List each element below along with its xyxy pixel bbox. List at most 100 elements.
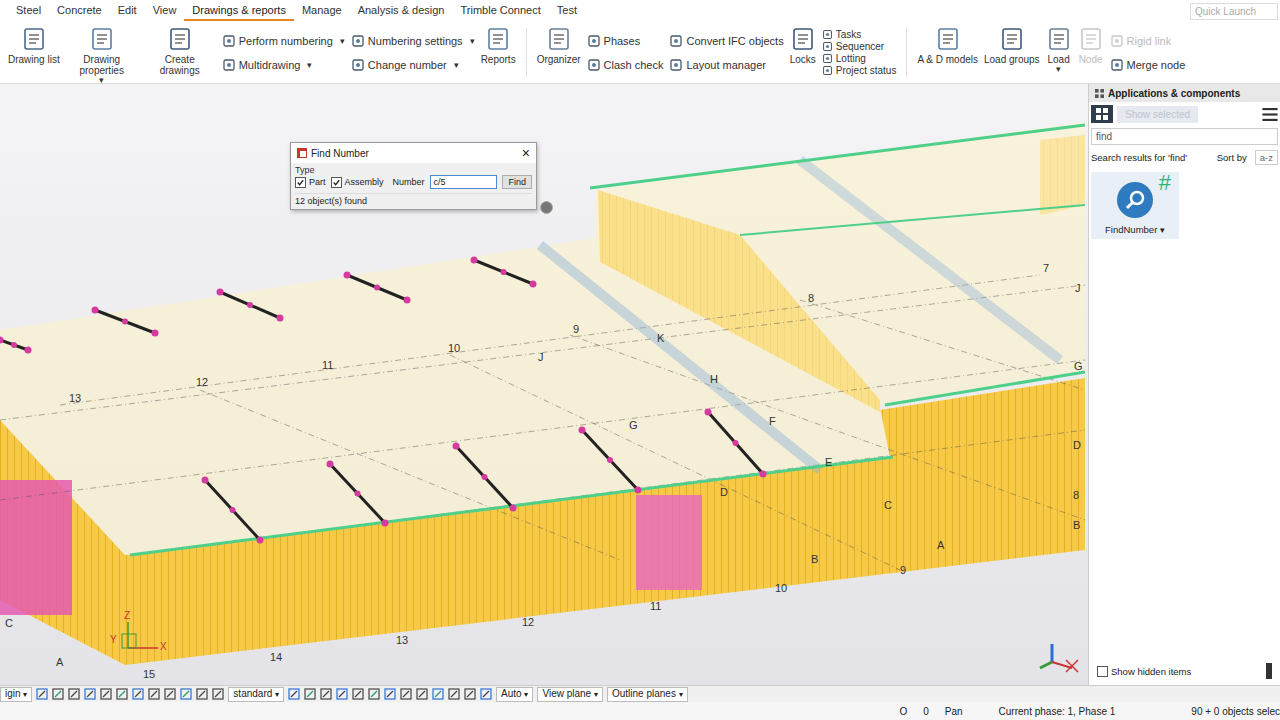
show-hidden-checkbox[interactable]: Show hidden items [1097,666,1191,677]
menu-tab[interactable]: View [145,1,185,21]
ribbon-button[interactable]: A & D models [917,22,978,83]
ribbon-button[interactable]: Load groups [984,22,1040,83]
ribbon-button[interactable]: Organizer [537,22,581,83]
toolbar-tool-icon[interactable] [68,688,80,700]
toolbar-tool-icon[interactable] [36,688,48,700]
toolbar-tool-icon[interactable] [100,688,112,700]
dropdown-arrow[interactable]: ▾ [454,60,459,70]
menu-tab[interactable]: Concrete [49,1,110,21]
sort-select[interactable]: a-z [1255,150,1278,165]
toolbar-tool-icon[interactable] [116,688,128,700]
toolbar-tool-icon[interactable] [164,688,176,700]
checkbox-box[interactable] [331,177,342,188]
dropdown-arrow: ▾ [275,690,279,699]
toolbar-tool-icon[interactable] [448,688,460,700]
ribbon-small-button[interactable]: Change number ▾ [351,58,475,72]
toolbar-tool-icon[interactable] [196,688,208,700]
ribbon-button[interactable]: Node [1078,22,1104,83]
ribbon-small-button[interactable]: Project status [822,65,897,76]
toolbar-tool-icon[interactable] [212,688,224,700]
toolbar-tool-icon[interactable] [132,688,144,700]
component-tile[interactable]: # FindNumber ▾ [1091,172,1179,239]
close-button[interactable]: × [522,145,530,161]
ribbon-label: Layout manager [686,59,766,71]
ribbon-small-button[interactable]: Clash check [587,58,664,72]
toolbar-tool-icon[interactable] [480,688,492,700]
toolbar-tool-icon[interactable] [416,688,428,700]
toolbar-tool-icon[interactable] [384,688,396,700]
dialog-row: Part Assembly Number c/5 Find [295,175,532,189]
ribbon-button[interactable]: Reports [481,22,516,83]
menu-tab[interactable]: Steel [8,1,49,21]
ribbon-small-button[interactable]: Merge node [1110,58,1186,72]
pin-icon[interactable] [540,201,553,214]
checkbox-box[interactable] [1097,666,1108,677]
search-field[interactable]: find [1091,128,1278,145]
dropdown-arrow[interactable]: ▾ [307,60,312,70]
ribbon-small-button[interactable]: Sequencer [822,41,897,52]
list-view-button[interactable] [1262,108,1278,121]
toolbar-tool-icon[interactable] [180,688,192,700]
model-viewport[interactable]: 78910111213JKHGFEDCBAJGD8B9101112131415C… [0,84,1088,685]
toolbar-dropdown[interactable]: Outline planes ▾ [607,687,688,702]
ribbon-small-button[interactable]: Phases [587,34,664,48]
ribbon-small-button[interactable]: Rigid link [1110,34,1186,48]
toolbar-tool-icon[interactable] [336,688,348,700]
toolbar-dropdown[interactable]: View plane ▾ [537,687,603,702]
grid-view-button[interactable] [1091,105,1113,123]
menu-tab[interactable]: Test [549,1,585,21]
axis-label: Y [110,634,117,645]
quick-launch-field[interactable]: Quick Launch [1190,3,1278,20]
grid-icon [1096,108,1108,120]
toolbar-tool-icon[interactable] [400,688,412,700]
ribbon-small-button[interactable]: Layout manager [669,58,783,72]
status-item: 90 + 0 objects selec [1191,706,1280,717]
result-text: 12 object(s) found [295,193,532,206]
building-model[interactable]: 78910111213JKHGFEDCBAJGD8B9101112131415C… [0,84,1088,685]
dropdown-arrow[interactable]: ▾ [1056,65,1061,74]
ribbon-small-button[interactable]: Numbering settings ▾ [351,34,475,48]
ribbon-button[interactable]: Drawing list [8,22,60,83]
toolbar-tool-icon[interactable] [368,688,380,700]
dropdown-arrow[interactable]: ▾ [99,76,104,85]
ribbon-button[interactable]: Locks [790,22,816,83]
menu-tab[interactable]: Trimble Connect [452,1,548,21]
toolbar-dropdown[interactable]: standard ▾ [228,687,284,702]
show-selected-button[interactable]: Show selected [1117,106,1198,123]
menu-tab[interactable]: Analysis & design [350,1,453,21]
ribbon-small-button[interactable]: Tasks [822,29,897,40]
toolbar-tool-icon[interactable] [320,688,332,700]
checkbox-box[interactable] [295,177,306,188]
ribbon-button[interactable]: Drawing properties ▾ [66,22,138,83]
ribbon-small-button[interactable]: Convert IFC objects [669,34,783,48]
checkbox[interactable]: Part [295,177,326,188]
menu-tab[interactable]: Drawings & reports [184,1,294,21]
menu-tab[interactable]: Manage [294,1,350,21]
find-button[interactable]: Find [502,175,532,189]
ribbon-small-button[interactable]: Multidrawing ▾ [222,58,345,72]
dropdown-arrow[interactable]: ▾ [340,36,345,46]
dropdown-arrow[interactable]: ▾ [470,36,475,46]
toolbar-tool-icon[interactable] [148,688,160,700]
grid-label: G [1074,360,1083,372]
toolbar-tool-icon[interactable] [288,688,300,700]
ribbon-small-button[interactable]: Lotting [822,53,897,64]
view-cube-icon[interactable] [1040,644,1078,672]
toolbar-dropdown[interactable]: Auto ▾ [496,687,533,702]
dropdown-arrow[interactable]: ▾ [1160,225,1165,235]
number-field[interactable]: c/5 [430,175,498,189]
toolbar-tool-icon[interactable] [52,688,64,700]
toolbar-tool-icon[interactable] [352,688,364,700]
toolbar-tool-icon[interactable] [464,688,476,700]
ribbon-button[interactable]: Load ▾ [1046,22,1072,83]
ribbon-button[interactable]: Create drawings [144,22,216,83]
ribbon-small-button[interactable]: Perform numbering ▾ [222,34,345,48]
toolbar-tool-icon[interactable] [432,688,444,700]
grid-label: J [1075,282,1081,294]
toolbar-dropdown[interactable]: igin ▾ [0,687,32,702]
menu-tab[interactable]: Edit [110,1,145,21]
toolbar-tool-icon[interactable] [84,688,96,700]
check-icon [296,178,305,187]
checkbox[interactable]: Assembly [331,177,384,188]
toolbar-tool-icon[interactable] [304,688,316,700]
